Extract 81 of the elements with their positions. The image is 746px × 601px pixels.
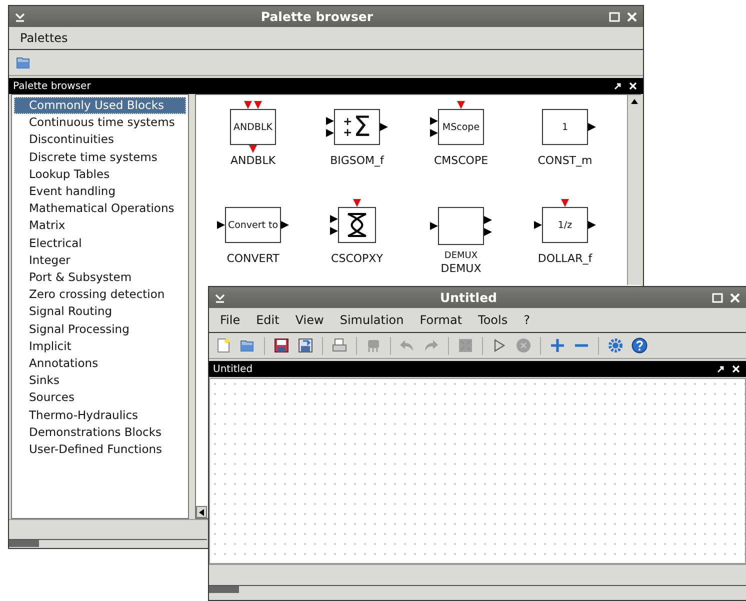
block-name: CONVERT [226, 252, 280, 265]
block-label: MScope [442, 122, 480, 132]
category-item[interactable]: Sinks [14, 372, 186, 390]
category-item[interactable]: Commonly Used Blocks [14, 97, 186, 114]
scroll-thumb[interactable] [9, 540, 39, 547]
category-item[interactable]: Annotations [14, 355, 186, 372]
block-node[interactable]: ANDBLK [230, 109, 276, 145]
sign-label: + [343, 116, 352, 127]
output-port-icon [588, 221, 596, 229]
block-name: CONST_m [538, 154, 592, 167]
scroll-left-icon[interactable] [199, 508, 204, 516]
undock-icon[interactable] [717, 365, 725, 373]
close-icon[interactable] [732, 365, 740, 373]
block-label: 1 [562, 122, 568, 132]
menu-item[interactable]: Simulation [338, 312, 405, 328]
menu-item[interactable]: File [219, 312, 242, 328]
category-item[interactable]: Zero crossing detection [14, 286, 186, 304]
maximize-icon[interactable] [712, 292, 723, 302]
close-icon[interactable] [629, 82, 637, 90]
block-label: DEMUX [444, 251, 478, 261]
block-name: CMSCOPE [434, 154, 488, 167]
input-port-icon [534, 221, 542, 229]
scroll-left-button[interactable] [196, 506, 207, 518]
scroll-thumb[interactable] [209, 586, 239, 593]
category-item[interactable]: Matrix [14, 217, 186, 235]
output-port-icon [588, 123, 596, 131]
lissajous-icon [345, 211, 369, 239]
help-icon[interactable] [629, 335, 650, 356]
category-item[interactable]: Continuous time systems [14, 114, 186, 132]
category-item[interactable]: Discrete time systems [14, 148, 186, 166]
block-name: ANDBLK [230, 154, 276, 167]
category-item[interactable]: Port & Subsystem [14, 269, 186, 286]
dock-title: Palette browser [13, 80, 92, 92]
block-name: CSCOPXY [331, 252, 383, 265]
output-port-icon [281, 221, 289, 229]
category-item[interactable]: Sources [14, 389, 186, 407]
input-port-icon [430, 222, 438, 230]
window-title: Untitled [439, 290, 498, 305]
category-item[interactable]: Electrical [14, 234, 186, 252]
category-item[interactable]: Demonstrations Blocks [14, 424, 186, 442]
menu-item[interactable]: Tools [477, 312, 509, 328]
category-item[interactable]: Thermo-Hydraulics [14, 406, 186, 424]
block-label: 1/z [558, 220, 572, 230]
menu-item[interactable]: Edit [255, 312, 280, 328]
sign-label: + [343, 127, 352, 138]
category-item[interactable]: Signal Processing [14, 320, 186, 338]
block-name: DOLLAR_f [538, 252, 592, 265]
block-node[interactable]: 1 [542, 109, 588, 145]
category-item[interactable]: User-Defined Functions [14, 441, 186, 458]
output-port-icon [380, 123, 388, 131]
block-label: ANDBLK [234, 122, 272, 132]
menu-item[interactable]: Format [418, 312, 464, 328]
maximize-icon[interactable] [609, 12, 620, 22]
category-item[interactable]: Discontinuities [14, 131, 186, 149]
menu-item[interactable]: View [294, 312, 325, 328]
horizontal-scrollbar[interactable] [9, 539, 207, 548]
block-label: Convert to [228, 220, 278, 230]
vertical-scrollbar[interactable] [627, 95, 641, 285]
window-menu-icon[interactable] [15, 12, 25, 22]
window-menu-icon[interactable] [215, 292, 225, 302]
block-node[interactable]: 1/z [542, 207, 588, 243]
block-name: BIGSOM_f [330, 154, 384, 167]
block-name: DEMUX [440, 262, 482, 275]
category-item[interactable]: Lookup Tables [14, 166, 186, 184]
dock-title: Untitled [213, 364, 254, 374]
category-item[interactable]: Implicit [14, 338, 186, 356]
block-node[interactable] [338, 207, 376, 243]
window-title: Palette browser [260, 9, 374, 24]
menu-item[interactable]: ? [522, 312, 531, 328]
category-item[interactable]: Integer [14, 252, 186, 270]
input-port-icon [217, 221, 225, 229]
category-item[interactable]: Event handling [14, 183, 186, 200]
block-node[interactable]: MScope [438, 109, 484, 145]
undock-icon[interactable] [614, 82, 622, 90]
block-node[interactable] [438, 207, 484, 245]
category-item[interactable]: Signal Routing [14, 303, 186, 321]
category-item[interactable]: Mathematical Operations [14, 200, 186, 218]
sum-symbol: Σ [353, 113, 371, 141]
block-node[interactable]: Convert to [225, 207, 281, 243]
menu-item[interactable]: Palettes [19, 30, 69, 46]
scroll-up-icon[interactable] [631, 99, 638, 104]
